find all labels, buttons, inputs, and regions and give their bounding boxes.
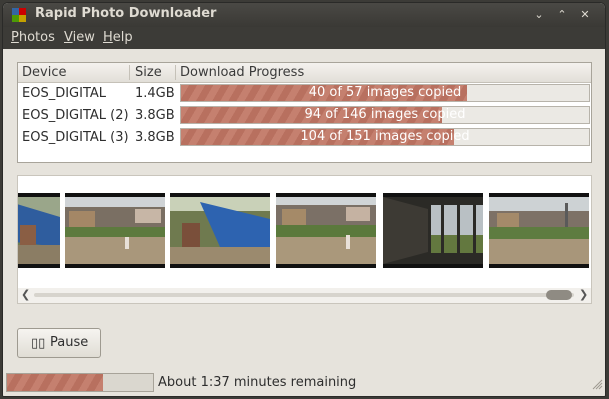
download-progress-bar: 94 of 146 images copied — [180, 106, 590, 124]
photo-thumbnail[interactable] — [65, 193, 165, 268]
scroll-right-icon[interactable]: ❯ — [579, 288, 588, 301]
photo-thumbnail[interactable] — [18, 193, 60, 268]
window-title: Rapid Photo Downloader — [35, 6, 217, 21]
photo-thumbnail[interactable] — [170, 193, 270, 268]
title-bar[interactable]: Rapid Photo Downloader ⌄ ⌃ ✕ — [3, 3, 605, 27]
device-list-header: Device Size Download Progress — [18, 63, 591, 83]
scroll-left-icon[interactable]: ❮ — [21, 288, 30, 301]
progress-text: 94 of 146 images copied — [304, 107, 466, 122]
download-progress-bar: 104 of 151 images copied — [180, 128, 590, 146]
download-progress-bar: 40 of 57 images copied — [180, 84, 590, 102]
resize-grip-icon[interactable] — [591, 378, 603, 390]
pause-icon: ▯▯ — [31, 336, 46, 351]
status-bar: About 1:37 minutes remaining — [3, 370, 605, 396]
progress-text: 40 of 57 images copied — [308, 85, 462, 100]
column-separator — [175, 65, 176, 80]
photo-image — [18, 197, 60, 264]
app-icon — [12, 8, 26, 22]
menu-bar: Photos View Help — [3, 27, 605, 49]
device-size: 1.4GB — [135, 86, 175, 101]
progress-text: 104 of 151 images copied — [300, 129, 470, 144]
photo-thumbnail[interactable] — [383, 193, 483, 268]
menu-photos-rest: hotos — [18, 30, 55, 45]
pause-button[interactable]: ▯▯ Pause — [17, 328, 101, 358]
device-row[interactable]: EOS_DIGITAL 1.4GB 40 of 57 images copied — [18, 83, 591, 104]
overall-progress-fill — [7, 374, 104, 391]
minimize-icon[interactable]: ⌄ — [530, 7, 548, 23]
column-size[interactable]: Size — [135, 65, 162, 80]
column-separator — [129, 65, 130, 80]
photo-image — [65, 197, 165, 264]
menu-photos[interactable]: Photos — [11, 30, 55, 45]
photo-thumbnail[interactable] — [489, 193, 589, 268]
maximize-icon[interactable]: ⌃ — [553, 7, 571, 23]
pause-button-label: Pause — [50, 335, 89, 350]
menu-help-mnemonic: H — [103, 30, 113, 45]
photo-image — [383, 197, 483, 264]
device-size: 3.8GB — [135, 108, 175, 123]
photo-image — [489, 197, 589, 264]
scrollbar-thumb[interactable] — [546, 290, 572, 300]
photo-image — [276, 197, 376, 264]
device-list: Device Size Download Progress EOS_DIGITA… — [17, 62, 592, 163]
device-name: EOS_DIGITAL (3) — [22, 130, 129, 145]
column-device[interactable]: Device — [22, 65, 66, 80]
scrollbar-trough[interactable] — [34, 293, 574, 297]
column-download-progress[interactable]: Download Progress — [180, 65, 304, 80]
horizontal-scrollbar[interactable]: ❮ ❯ — [18, 288, 591, 303]
close-icon[interactable]: ✕ — [576, 7, 594, 23]
time-remaining-text: About 1:37 minutes remaining — [158, 375, 357, 390]
thumbnail-strip: ❮ ❯ — [17, 175, 592, 304]
overall-progress-bar — [6, 373, 154, 392]
menu-photos-mnemonic: P — [11, 30, 19, 45]
menu-help-rest: elp — [112, 30, 133, 45]
app-window: Rapid Photo Downloader ⌄ ⌃ ✕ Photos View… — [2, 2, 606, 397]
device-row[interactable]: EOS_DIGITAL (2) 3.8GB 94 of 146 images c… — [18, 105, 591, 126]
device-size: 3.8GB — [135, 130, 175, 145]
photo-thumbnail[interactable] — [276, 193, 376, 268]
menu-help[interactable]: Help — [103, 30, 133, 45]
device-name: EOS_DIGITAL — [22, 86, 107, 101]
photo-image — [170, 197, 270, 264]
device-name: EOS_DIGITAL (2) — [22, 108, 129, 123]
device-row[interactable]: EOS_DIGITAL (3) 3.8GB 104 of 151 images … — [18, 127, 591, 148]
menu-view[interactable]: View — [64, 30, 95, 45]
menu-view-rest: iew — [72, 30, 95, 45]
menu-view-mnemonic: V — [64, 30, 73, 45]
